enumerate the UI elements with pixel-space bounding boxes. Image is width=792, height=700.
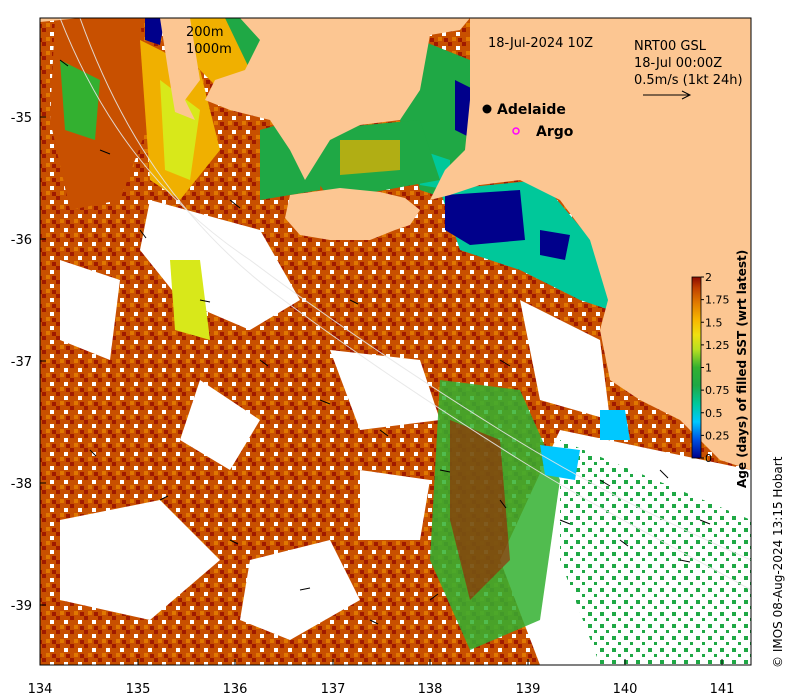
product-label: NRT00 GSL <box>634 39 707 54</box>
product-time-label: 18-Jul 00:00Z <box>634 56 722 71</box>
colorbar-gradient <box>691 276 702 459</box>
colorbar-tick-label: 0 <box>705 452 712 465</box>
contour-1000-label: 1000m <box>186 42 232 57</box>
x-tick-label: 138 <box>418 682 443 697</box>
credit-label: © IMOS 08-Aug-2024 13:15 Hobart <box>771 456 785 668</box>
y-tick-label: -37 <box>11 355 32 370</box>
colorbar-tick-label: 0.75 <box>705 384 730 397</box>
x-tick-label: 140 <box>613 682 638 697</box>
adelaide-marker <box>482 104 492 114</box>
colorbar-tick-label: 1.25 <box>705 339 730 352</box>
y-tick-label: -38 <box>11 477 32 492</box>
x-tick-label: 134 <box>28 682 53 697</box>
low-age-patch <box>445 190 525 245</box>
colorbar-tick-label: 1 <box>705 362 712 375</box>
colorbar-tick-label: 0.5 <box>705 407 723 420</box>
x-tick-label: 137 <box>321 682 346 697</box>
adelaide-label: Adelaide <box>497 102 566 118</box>
x-tick-label: 136 <box>223 682 248 697</box>
x-tick-label: 135 <box>126 682 151 697</box>
y-tick-label: -35 <box>11 111 32 126</box>
vector-scale-label: 0.5m/s (1kt 24h) <box>634 73 743 88</box>
contour-200-label: 200m <box>186 25 223 40</box>
x-tick-label: 141 <box>710 682 735 697</box>
colorbar-tick-label: 0.25 <box>705 429 730 442</box>
x-tick-label: 139 <box>516 682 541 697</box>
timestamp-label: 18-Jul-2024 10Z <box>488 36 593 51</box>
y-tick-label: -39 <box>11 599 32 614</box>
colorbar-tick-label: 2 <box>705 271 712 284</box>
colorbar-label: Age (days) of filled SST (wrt latest) <box>735 250 749 488</box>
map-plot-area <box>40 18 751 665</box>
colorbar-tick-label: 1.5 <box>705 316 723 329</box>
colorbar-tick-label: 1.75 <box>705 294 730 307</box>
sst-age-map: 134 135 136 137 138 139 140 141 -35 -36 -37 -38 -39… <box>11 17 785 697</box>
y-tick-label: -36 <box>11 233 32 248</box>
argo-label: Argo <box>536 124 574 140</box>
